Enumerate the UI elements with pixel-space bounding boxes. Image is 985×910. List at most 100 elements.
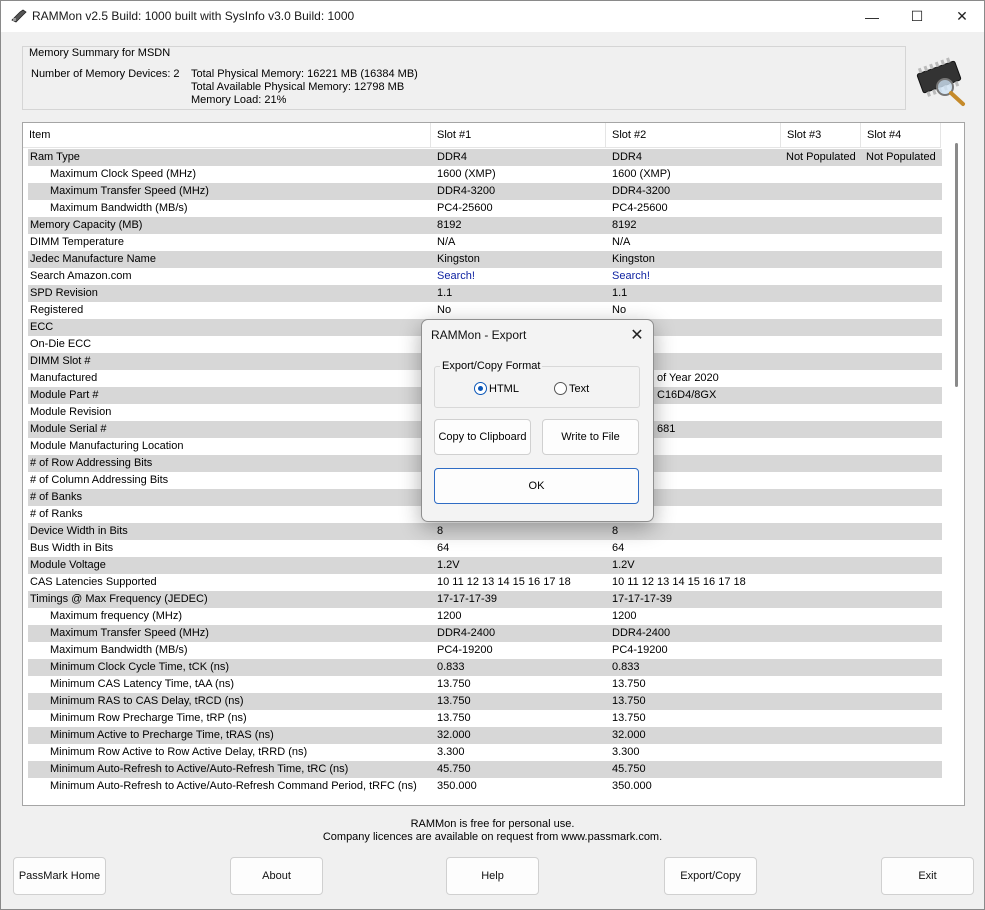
format-text-radio[interactable] [554,382,567,395]
cell-slot-3 [786,608,864,625]
column-header-slot-1[interactable]: Slot #1 [431,123,606,148]
cell-slot-4 [866,625,944,642]
cell-slot-2: No [612,304,627,316]
table-row[interactable]: Minimum Row Precharge Time, tRP (ns) 13.7… [28,710,942,727]
cell-slot-3 [786,404,864,421]
cell-slot-3 [786,302,864,319]
exit-button[interactable]: Exit [881,857,974,895]
cell-slot-3 [786,659,864,676]
cell-slot-2: 350.000 [612,780,652,792]
table-row[interactable]: Maximum Bandwidth (MB/s) PC4-25600 PC4-256… [28,200,942,217]
cell-slot-4 [866,727,944,744]
table-row[interactable]: Ram Type DDR4 DDR4 Not Populated Not Populat… [28,149,942,166]
memory-load: Memory Load: 21% [191,94,287,106]
format-html-label[interactable]: HTML [489,383,519,395]
table-row[interactable]: Minimum Clock Cycle Time, tCK (ns) 0.833 0… [28,659,942,676]
cell-slot-1: 0.833 [437,661,465,673]
close-button[interactable]: ✕ [939,1,985,32]
cell-slot-3 [786,387,864,404]
cell-item: DIMM Temperature [30,236,124,248]
table-row[interactable]: SPD Revision 1.1 1.1 [28,285,942,302]
vertical-scrollbar-thumb[interactable] [955,143,958,387]
total-available-memory: Total Available Physical Memory: 12798 M… [191,81,405,93]
format-text-label[interactable]: Text [569,383,589,395]
title-bar[interactable]: RAMMon v2.5 Build: 1000 built with SysIn… [1,1,984,32]
cell-item: Minimum RAS to CAS Delay, tRCD (ns) [50,695,244,707]
table-row[interactable]: Bus Width in Bits 64 64 [28,540,942,557]
cell-slot-3 [786,727,864,744]
cell-slot-3 [786,710,864,727]
table-row[interactable]: CAS Latencies Supported 10 11 12 13 14 15… [28,574,942,591]
about-button[interactable]: About [230,857,323,895]
vertical-scrollbar[interactable] [949,123,964,805]
cell-item: Registered [30,304,84,316]
cell-slot-1: PC4-25600 [437,202,493,214]
table-row[interactable]: Maximum Clock Speed (MHz) 1600 (XMP) 1600 … [28,166,942,183]
cell-item: ECC [30,321,54,333]
table-row[interactable]: DIMM Temperature N/A N/A [28,234,942,251]
cell-slot-1: 13.750 [437,678,471,690]
passmark-home-button[interactable]: PassMark Home [13,857,106,895]
table-row[interactable]: Maximum Bandwidth (MB/s) PC4-19200 PC4-192… [28,642,942,659]
cell-slot-4 [866,183,944,200]
format-html-radio[interactable] [474,382,487,395]
memory-device-count: Number of Memory Devices: 2 [31,68,180,80]
column-header-slot-3[interactable]: Slot #3 [781,123,861,148]
cell-item: Module Part # [30,389,99,401]
table-row[interactable]: Minimum Active to Precharge Time, tRAS (… [28,727,942,744]
cell-slot-4 [866,472,944,489]
column-header-item[interactable]: Item [23,123,431,148]
cell-item: Module Serial # [30,423,107,435]
cell-slot-1: 10 11 12 13 14 15 16 17 18 [437,576,571,588]
table-row[interactable]: Minimum Auto-Refresh to Active/Auto-Refr… [28,761,942,778]
column-header-slot-2[interactable]: Slot #2 [606,123,781,148]
table-row[interactable]: Maximum frequency (MHz) 1200 1200 [28,608,942,625]
cell-slot-2-search-link[interactable]: Search! [612,268,784,285]
cell-slot-4 [866,336,944,353]
cell-slot-1: 3.300 [437,746,465,758]
table-row[interactable]: Jedec Manufacture Name Kingston Kingston [28,251,942,268]
maximize-button[interactable]: ☐ [894,1,940,32]
cell-slot-2: 0.833 [612,661,640,673]
export-dialog: RAMMon - Export ✕ Export/Copy Format HTM… [421,319,654,522]
column-header-slot-4[interactable]: Slot #4 [861,123,941,148]
table-row[interactable]: Minimum RAS to CAS Delay, tRCD (ns) 13.75… [28,693,942,710]
table-row[interactable]: Timings @ Max Frequency (JEDEC) 17-17-17-… [28,591,942,608]
cell-item: Minimum CAS Latency Time, tAA (ns) [50,678,234,690]
cell-slot-4 [866,591,944,608]
cell-item: Module Manufacturing Location [30,440,184,452]
cell-slot-1-search-link[interactable]: Search! [437,268,609,285]
export-copy-button[interactable]: Export/Copy [664,857,757,895]
cell-slot-1: DDR4-2400 [437,627,496,639]
table-row[interactable]: Module Voltage 1.2V 1.2V [28,557,942,574]
cell-slot-3 [786,268,864,285]
table-row[interactable]: Minimum CAS Latency Time, tAA (ns) 13.750… [28,676,942,693]
ok-button[interactable]: OK [434,468,639,504]
horizontal-scrollbar[interactable] [23,795,941,805]
rammon-app-icon [11,9,27,23]
write-to-file-button[interactable]: Write to File [542,419,639,455]
cell-slot-3 [786,200,864,217]
export-format-group [434,366,640,408]
cell-slot-3: Not Populated [786,151,856,163]
copy-to-clipboard-button[interactable]: Copy to Clipboard [434,419,531,455]
table-row[interactable]: Search Amazon.com Search! Search! [28,268,942,285]
table-row[interactable]: Minimum Row Active to Row Active Delay, … [28,744,942,761]
table-row[interactable]: Maximum Transfer Speed (MHz) DDR4-3200 DDR… [28,183,942,200]
cell-slot-4 [866,234,944,251]
table-row[interactable]: Memory Capacity (MB) 8192 8192 [28,217,942,234]
cell-slot-2: 8 [612,525,619,537]
table-row[interactable]: Maximum Transfer Speed (MHz) DDR4-2400 DDR… [28,625,942,642]
cell-slot-2: PC4-19200 [612,644,668,656]
table-row[interactable]: Minimum Auto-Refresh to Active/Auto-Refr… [28,778,942,795]
table-row[interactable]: Device Width in Bits 8 8 [28,523,942,540]
export-dialog-close-button[interactable]: ✕ [625,324,649,346]
cell-slot-4 [866,217,944,234]
cell-slot-4 [866,387,944,404]
table-row[interactable]: Registered No No [28,302,942,319]
cell-item: Minimum Clock Cycle Time, tCK (ns) [50,661,230,673]
minimize-button[interactable]: — [849,1,895,32]
cell-slot-3 [786,251,864,268]
help-button[interactable]: Help [446,857,539,895]
cell-slot-3 [786,557,864,574]
